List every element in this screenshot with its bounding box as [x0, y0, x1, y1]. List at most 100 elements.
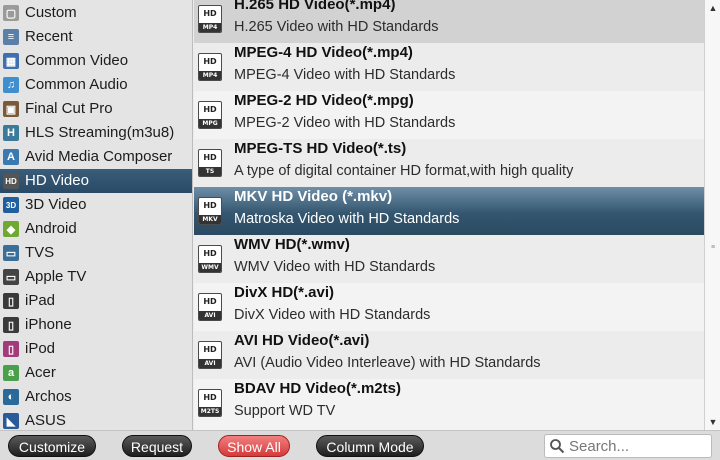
sidebar-item-label: Android: [25, 220, 77, 237]
format-row[interactable]: HD MP4 MPEG-4 HD Video(*.mp4) MPEG-4 Video …: [194, 43, 704, 91]
format-name: MPEG-2 HD Video(*.mpg): [234, 92, 414, 109]
format-row[interactable]: HD MP4 H.265 HD Video(*.mp4) H.265 Video wi…: [194, 0, 704, 43]
column-mode-button[interactable]: Column Mode: [316, 435, 424, 457]
format-name: MKV HD Video (*.mkv): [234, 188, 393, 205]
format-description: Matroska Video with HD Standards: [234, 211, 460, 227]
sidebar-item-hd-video[interactable]: HD HD Video: [0, 169, 192, 193]
format-description: DivX Video with HD Standards: [234, 307, 431, 323]
sidebar-item-archos[interactable]: ◐ Archos: [0, 385, 192, 409]
show-all-button[interactable]: Show All: [218, 435, 290, 457]
sidebar-item-acer[interactable]: a Acer: [0, 361, 192, 385]
sidebar-item-label: Common Audio: [25, 76, 128, 93]
h265-format-icon: HD MP4: [198, 5, 222, 33]
sidebar-item-label: TVS: [25, 244, 55, 261]
format-badge: M2TS: [199, 407, 221, 416]
hd-icon: HD: [3, 173, 19, 189]
avid-icon: A: [3, 149, 19, 165]
format-row[interactable]: HD TS MPEG-TS HD Video(*.ts) A type of digi…: [194, 139, 704, 187]
archos-icon: ◐: [3, 389, 19, 405]
hls-icon: H: [3, 125, 19, 141]
scroll-grip-icon[interactable]: ≡: [709, 244, 717, 252]
hd-badge-text: HD: [203, 393, 217, 402]
sidebar-item-3d-video[interactable]: 3D 3D Video: [0, 193, 192, 217]
format-list-scrollbar[interactable]: ▲ ≡ ▼: [704, 0, 720, 430]
search-input[interactable]: [569, 437, 709, 455]
format-row[interactable]: HD MKV MKV HD Video (*.mkv) Matroska Video …: [194, 187, 704, 235]
avi-format-icon: HD AVI: [198, 341, 222, 369]
hd-badge-text: HD: [203, 249, 217, 258]
sidebar-item-label: ASUS: [25, 412, 66, 429]
format-list: HD MP4 H.265 HD Video(*.mp4) H.265 Video wi…: [194, 0, 704, 430]
format-description: WMV Video with HD Standards: [234, 259, 436, 275]
format-row[interactable]: HD AVI DivX HD(*.avi) DivX Video with HD St…: [194, 283, 704, 331]
sidebar-item-label: iPad: [25, 292, 56, 309]
format-description: AVI (Audio Video Interleave) with HD Sta…: [234, 355, 541, 371]
sidebar-item-final-cut-pro[interactable]: ▣ Final Cut Pro: [0, 97, 192, 121]
hd-badge-text: HD: [203, 9, 217, 18]
sidebar-item-android[interactable]: ◆ Android: [0, 217, 192, 241]
m2ts-format-icon: HD M2TS: [198, 389, 222, 417]
hd-badge-text: HD: [203, 57, 217, 66]
mkv-format-icon: HD MKV: [198, 197, 222, 225]
profile-selector: ▢ Custom ≡ Recent ▦ Common Video ♫ Common Audio…: [0, 0, 720, 460]
sidebar-item-common-video[interactable]: ▦ Common Video: [0, 49, 192, 73]
sidebar-item-label: iPod: [25, 340, 56, 357]
customize-button[interactable]: Customize: [8, 435, 96, 457]
sidebar-item-label: 3D Video: [25, 196, 87, 213]
sidebar-item-hls-streaming-m3u8[interactable]: H HLS Streaming(m3u8): [0, 121, 192, 145]
divx-format-icon: HD AVI: [198, 293, 222, 321]
format-description: Support WD TV: [234, 403, 336, 419]
asus-icon: ◣: [3, 413, 19, 429]
hd-badge-text: HD: [203, 153, 217, 162]
sidebar-item-label: Recent: [25, 28, 73, 45]
format-row[interactable]: HD M2TS BDAV HD Video(*.m2ts) Support WD TV: [194, 379, 704, 427]
category-sidebar: ▢ Custom ≡ Recent ▦ Common Video ♫ Common Audio…: [0, 0, 193, 430]
format-description: H.265 Video with HD Standards: [234, 19, 439, 35]
sidebar-item-label: HD Video: [25, 172, 89, 189]
list-icon: ≡: [3, 29, 19, 45]
sidebar-item-common-audio[interactable]: ♫ Common Audio: [0, 73, 192, 97]
format-description: MPEG-2 Video with HD Standards: [234, 115, 456, 131]
format-badge: MP4: [199, 23, 221, 32]
format-name: WMV HD(*.wmv): [234, 236, 350, 253]
acer-icon: a: [3, 365, 19, 381]
format-row[interactable]: HD MPG MPEG-2 HD Video(*.mpg) MPEG-2 Video …: [194, 91, 704, 139]
format-name: BDAV HD Video(*.m2ts): [234, 380, 401, 397]
3d-icon: 3D: [3, 197, 19, 213]
format-description: MPEG-4 Video with HD Standards: [234, 67, 456, 83]
format-name: AVI HD Video(*.avi): [234, 332, 370, 349]
format-description: A type of digital container HD format,wi…: [234, 163, 574, 179]
sidebar-item-ipad[interactable]: ▯ iPad: [0, 289, 192, 313]
sidebar-item-asus[interactable]: ◣ ASUS: [0, 409, 192, 430]
clapper-icon: ▣: [3, 101, 19, 117]
sidebar-item-apple-tv[interactable]: ▭ Apple TV: [0, 265, 192, 289]
scroll-down-arrow-icon[interactable]: ▼: [707, 416, 719, 428]
sidebar-item-tvs[interactable]: ▭ TVS: [0, 241, 192, 265]
sidebar-item-label: Acer: [25, 364, 56, 381]
format-badge: AVI: [199, 359, 221, 368]
ipod-icon: ▯: [3, 341, 19, 357]
format-badge: WMV: [199, 263, 221, 272]
scroll-up-arrow-icon[interactable]: ▲: [707, 2, 719, 14]
mp4-format-icon: HD MP4: [198, 53, 222, 81]
sidebar-item-recent[interactable]: ≡ Recent: [0, 25, 192, 49]
wmv-format-icon: HD WMV: [198, 245, 222, 273]
sidebar-item-label: Avid Media Composer: [25, 148, 173, 165]
search-box[interactable]: [544, 434, 712, 458]
format-name: H.265 HD Video(*.mp4): [234, 0, 396, 13]
sidebar-item-avid-media-composer[interactable]: A Avid Media Composer: [0, 145, 192, 169]
format-badge: MKV: [199, 215, 221, 224]
sidebar-item-ipod[interactable]: ▯ iPod: [0, 337, 192, 361]
android-icon: ◆: [3, 221, 19, 237]
hd-badge-text: HD: [203, 345, 217, 354]
apple-tv-icon: ▭: [3, 269, 19, 285]
sidebar-item-iphone[interactable]: ▯ iPhone: [0, 313, 192, 337]
ipad-icon: ▯: [3, 293, 19, 309]
format-row[interactable]: HD WMV WMV HD(*.wmv) WMV Video with HD Stan…: [194, 235, 704, 283]
sidebar-item-custom[interactable]: ▢ Custom: [0, 1, 192, 25]
folder-icon: ▢: [3, 5, 19, 21]
sidebar-item-label: Apple TV: [25, 268, 87, 285]
tv-icon: ▭: [3, 245, 19, 261]
format-row[interactable]: HD AVI AVI HD Video(*.avi) AVI (Audio Video…: [194, 331, 704, 379]
request-button[interactable]: Request: [122, 435, 192, 457]
